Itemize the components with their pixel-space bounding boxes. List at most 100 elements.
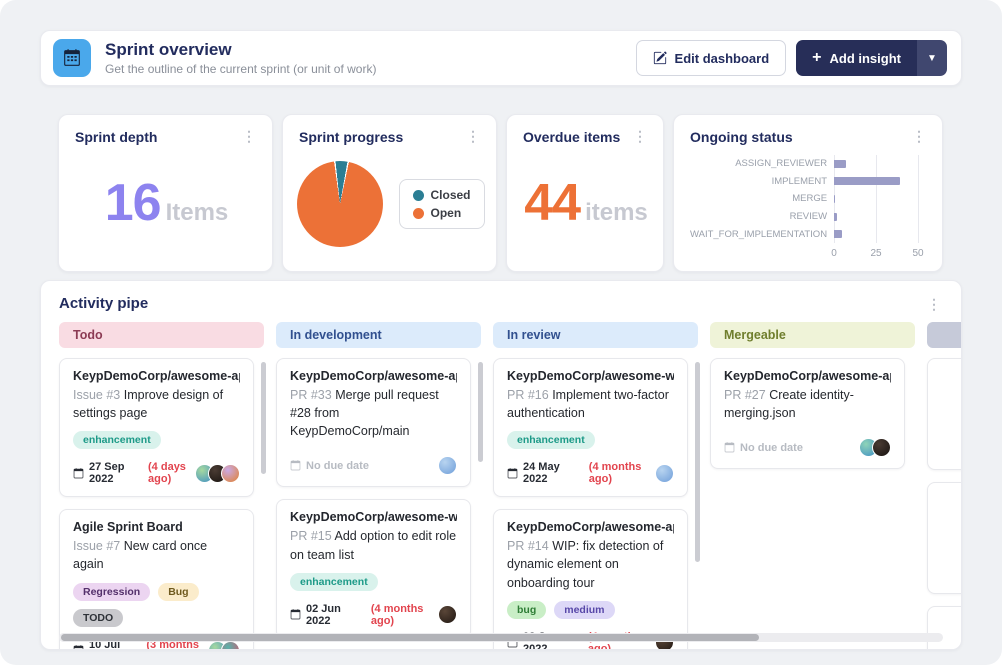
widget-title: Ongoing status	[690, 129, 793, 145]
page-title: Sprint overview	[105, 40, 232, 59]
x-tick-label: 25	[870, 248, 882, 259]
assignee-avatars	[859, 438, 891, 458]
kanban-card[interactable]: KeypDemoCorp/awesome-w... PR #15 Add opt…	[276, 499, 471, 639]
sprint-depth-value: 16	[104, 174, 162, 232]
card-repo: KeypDemoCorp/awesome-w...	[290, 510, 457, 525]
bar-category-label: REVIEW	[789, 211, 828, 223]
widget-title: Overdue items	[523, 129, 621, 145]
column-header-in-development: In development	[276, 322, 481, 348]
kanban-column-mergeable: Mergeable KeypDemoCorp/awesome-api-... P…	[710, 322, 915, 649]
avatar[interactable]	[438, 605, 457, 625]
kanban-card[interactable]	[927, 606, 961, 649]
assignee-avatars	[208, 641, 240, 649]
plus-icon: +	[812, 49, 822, 66]
calendar-icon	[724, 442, 735, 453]
gridline	[918, 155, 919, 243]
avatar[interactable]	[438, 456, 457, 476]
ongoing-status-bar-chart: ASSIGN_REVIEWER IMPLEMENT MERGE REVIEW WAIT_…	[690, 153, 928, 259]
column-scrollbar[interactable]	[695, 362, 700, 562]
assignee-avatars	[438, 605, 457, 625]
section-title: Activity pipe	[59, 295, 149, 312]
horizontal-scrollbar	[59, 633, 943, 642]
page-subtitle: Get the outline of the current sprint (o…	[105, 62, 377, 76]
tag-bug: bug	[507, 600, 547, 619]
bar-review	[834, 212, 838, 221]
horizontal-scrollbar-thumb[interactable]	[61, 634, 760, 641]
relative-time: (4 days ago)	[148, 461, 186, 486]
kanban-card[interactable]: KeypDemoCorp/awesome-ap... PR #14 WIP: f…	[493, 509, 688, 649]
calendar-icon	[73, 645, 84, 649]
kanban-card[interactable]: KeypDemoCorp/awesome-api-... PR #27 Crea…	[710, 358, 905, 470]
kanban-card[interactable]: KeypDemoCorp/awesome-w... PR #16 Impleme…	[493, 358, 688, 498]
calendar-icon	[507, 467, 518, 479]
card-ref: PR #15	[290, 529, 332, 544]
kanban-card[interactable]: Agile Sprint Board Issue #7 New card onc…	[59, 509, 254, 649]
no-due-date: No due date	[290, 460, 369, 472]
bar-category-label: IMPLEMENT	[771, 175, 828, 187]
bar-merge	[834, 194, 836, 203]
assignee-avatars	[438, 456, 457, 476]
column-header-in-review: In review	[493, 322, 698, 348]
widget-menu-kebab-icon[interactable]: ⋮	[464, 129, 482, 143]
card-tags: enhancement	[290, 572, 457, 591]
kanban-card[interactable]	[927, 358, 961, 470]
widget-overdue-items: Overdue items ⋮ 44 items	[506, 114, 664, 272]
legend-dot	[412, 207, 424, 219]
edit-pencil-icon	[653, 51, 667, 65]
kanban-card[interactable]: KeypDemoCorp/awesome-ap... PR #33 Merge …	[276, 358, 471, 488]
bar-category-label: WAIT_FOR_IMPLEMENTATION	[690, 228, 828, 240]
tag-enhancement: enhancement	[507, 431, 595, 450]
tag-Regression: Regression	[73, 582, 151, 601]
kanban-column-clipped	[927, 322, 961, 649]
no-due-date: No due date	[724, 442, 803, 454]
calendar-icon	[290, 460, 301, 471]
chart-legend: Closed Open	[398, 179, 485, 229]
column-header-mergeable: Mergeable	[710, 322, 915, 348]
kanban-card[interactable]	[927, 482, 961, 594]
tag-enhancement: enhancement	[73, 431, 161, 450]
legend-dot	[412, 189, 424, 201]
add-insight-dropdown-button[interactable]: ▼	[917, 40, 947, 76]
kanban-column-todo: Todo KeypDemoCorp/awesome-ap... Issue #3…	[59, 322, 266, 649]
widget-menu-kebab-icon[interactable]: ⋮	[925, 297, 943, 311]
legend-item-open: Open	[412, 206, 471, 220]
avatar[interactable]	[872, 438, 891, 458]
card-ref: PR #33	[290, 388, 332, 402]
due-date: 27 Sep 2022 (4 days ago)	[73, 461, 201, 485]
tag-medium: medium	[554, 600, 615, 619]
chevron-down-icon: ▼	[927, 52, 937, 64]
relative-time: (4 months ago)	[588, 461, 642, 486]
avatar[interactable]	[221, 641, 240, 649]
widget-menu-kebab-icon[interactable]: ⋮	[910, 129, 928, 143]
widget-menu-kebab-icon[interactable]: ⋮	[631, 129, 649, 143]
add-insight-button[interactable]: + Add insight	[796, 40, 917, 76]
tag-Bug: Bug	[158, 582, 199, 601]
due-date: 02 Jun 2022 (4 months ago)	[290, 603, 444, 627]
tag-TODO: TODO	[73, 608, 124, 627]
bar-assign_reviewer	[834, 159, 846, 168]
card-repo: KeypDemoCorp/awesome-ap...	[290, 369, 457, 383]
card-repo: Agile Sprint Board	[73, 520, 183, 535]
column-scrollbar[interactable]	[261, 362, 266, 474]
column-scrollbar[interactable]	[478, 362, 483, 462]
card-tags: enhancement	[507, 431, 674, 450]
legend-label: Open	[430, 206, 462, 220]
card-ref: PR #27	[724, 388, 766, 402]
edit-dashboard-button[interactable]: Edit dashboard	[635, 40, 787, 76]
x-tick-label: 50	[912, 248, 924, 259]
avatar[interactable]	[655, 463, 674, 483]
card-repo: KeypDemoCorp/awesome-w...	[507, 369, 674, 383]
bar-category-label: ASSIGN_REVIEWER	[735, 158, 828, 170]
avatar[interactable]	[221, 463, 240, 483]
x-tick-label: 0	[831, 248, 837, 259]
kanban-column-in-review: In review KeypDemoCorp/awesome-w... PR #…	[493, 322, 700, 649]
widget-sprint-progress: Sprint progress ⋮ Closed Open	[282, 114, 497, 272]
calendar-icon	[73, 467, 84, 479]
widget-menu-kebab-icon[interactable]: ⋮	[240, 129, 258, 143]
add-insight-split-button: + Add insight ▼	[796, 40, 947, 76]
card-ref: Issue #3	[73, 388, 121, 402]
assignee-avatars	[195, 463, 240, 483]
card-ref: PR #16	[507, 388, 549, 402]
card-repo: KeypDemoCorp/awesome-api-...	[724, 369, 891, 383]
kanban-card[interactable]: KeypDemoCorp/awesome-ap... Issue #3 Impr…	[59, 358, 254, 498]
